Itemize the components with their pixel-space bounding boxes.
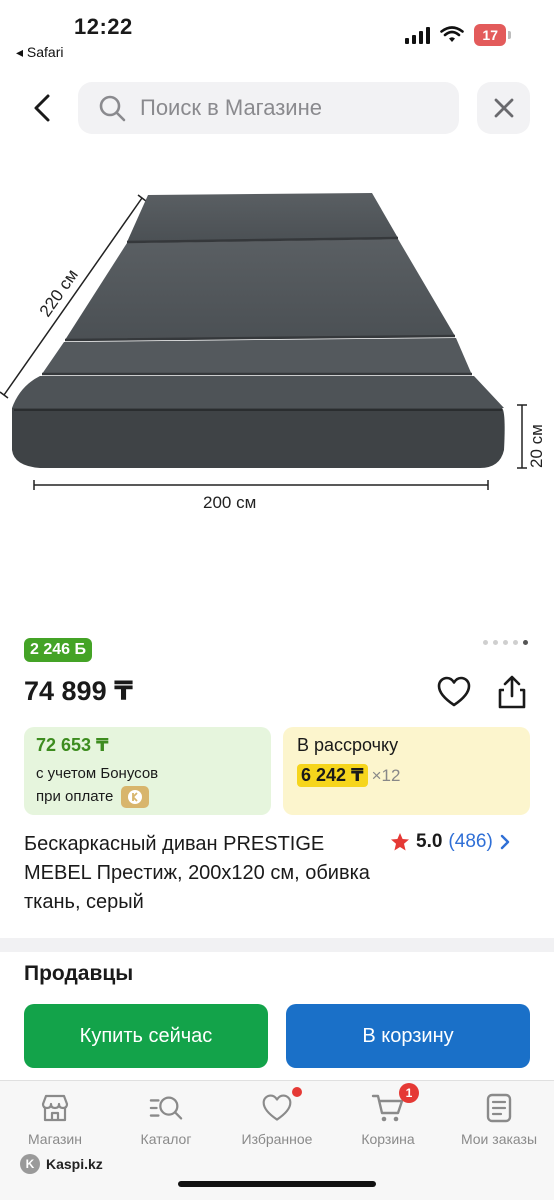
height-dimension-label: 20 см [527,424,546,468]
cart-count-badge: 1 [399,1083,419,1103]
tab-store[interactable]: Магазин [0,1091,110,1147]
installment-card[interactable]: В рассрочку 6 242 ₸ ×12 [283,727,530,815]
tab-favorites[interactable]: Избранное [222,1087,332,1147]
pager-dot [483,640,488,645]
heart-icon [437,676,471,707]
pager-dot [493,640,498,645]
bonus-offer-line2: при оплате [36,788,114,805]
close-icon [494,98,513,118]
kaspi-pay-icon [121,786,150,809]
tab-catalog[interactable]: Каталог [111,1091,221,1147]
back-button[interactable] [22,82,62,134]
buy-now-button[interactable]: Купить сейчас [24,1004,268,1068]
bonus-badge: 2 246 Б [24,638,92,662]
tab-label: Избранное [241,1131,313,1147]
sellers-heading: Продавцы [24,962,134,985]
product-title: Бескаркасный диван PRESTIGE MEBEL Прести… [24,833,370,913]
pager-dot-active [523,640,528,645]
bonus-offer-note: с учетом Бонусов при оплате [36,762,259,809]
tab-label: Мои заказы [460,1131,538,1147]
favorite-button[interactable] [436,674,472,710]
add-to-cart-button[interactable]: В корзину [286,1004,530,1068]
search-placeholder: Поиск в Магазине [140,95,322,120]
tab-cart[interactable]: 1 Корзина [333,1083,443,1147]
installment-monthly: 6 242 ₸ [297,764,368,787]
product-price: 74 899 ₸ [24,676,133,706]
rating-count[interactable]: (486) [448,831,492,853]
battery-indicator: 17 [474,24,511,46]
pager-dot [513,640,518,645]
wifi-icon [440,26,465,42]
orders-icon [486,1093,512,1123]
notification-dot [292,1087,302,1097]
home-indicator[interactable] [178,1181,376,1187]
cellular-signal-icon [405,26,431,44]
share-icon [498,675,526,709]
pager-dot [503,640,508,645]
tab-orders[interactable]: Мои заказы [444,1091,554,1147]
tab-label: Магазин [27,1131,82,1147]
status-icons: 17 [405,24,511,46]
heart-icon [262,1094,292,1121]
kaspi-domain-text: Kaspi.kz [46,1156,103,1172]
kaspi-logo-icon: K [20,1154,40,1174]
chevron-right-icon [500,834,509,850]
tab-label: Каталог [140,1131,192,1147]
back-to-safari-link[interactable]: ◂ Safari [16,44,64,61]
mattress-illustration: 220 см 20 см 200 см [0,193,546,512]
installment-label: В рассрочку [297,735,399,755]
search-input[interactable]: Поиск в Магазине [78,82,459,134]
kaspi-domain-footer: K Kaspi.kz [20,1154,103,1174]
catalog-search-icon [149,1096,183,1120]
section-divider [0,938,554,952]
product-image[interactable]: 220 см 20 см 200 см [0,150,554,620]
installment-months: ×12 [371,765,401,785]
bonus-offer-amount: 72 653 ₸ [36,735,109,755]
rating-score: 5.0 [416,831,443,852]
chevron-left-icon [34,94,50,122]
star-icon [391,833,409,851]
store-icon [41,1094,69,1122]
product-rating[interactable]: 5.0 (486) [390,831,511,853]
search-icon [99,95,126,122]
image-pager-dots[interactable] [483,640,528,645]
width-dimension-label: 200 см [203,493,256,512]
bonus-offer-line1: с учетом Бонусов [36,765,159,782]
status-time: 12:22 [74,14,133,39]
tab-label: Корзина [361,1131,415,1147]
share-button[interactable] [494,674,530,710]
bonus-offer-card[interactable]: 72 653 ₸ с учетом Бонусов при оплате [24,727,271,815]
close-search-button[interactable] [477,82,530,134]
